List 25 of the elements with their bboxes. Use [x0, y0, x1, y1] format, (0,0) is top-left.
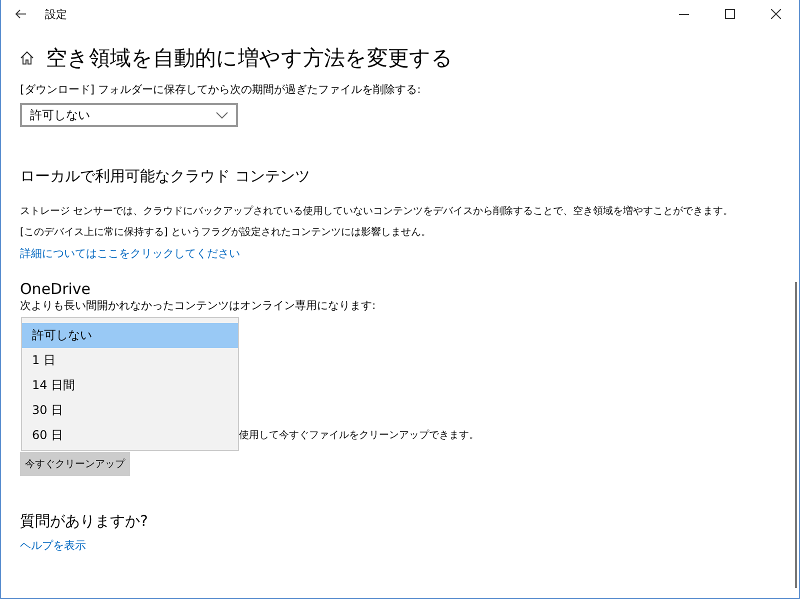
- cleanup-button[interactable]: 今すぐクリーンアップ: [20, 452, 130, 476]
- dropdown[interactable]: 許可しない: [20, 103, 238, 127]
- close-icon[interactable]: [771, 9, 781, 19]
- back-arrow-icon[interactable]: [15, 9, 27, 19]
- dropdown-option[interactable]: 14 日間: [22, 373, 238, 398]
- scrollbar[interactable]: [795, 282, 797, 588]
- dropdown-option[interactable]: 1 日: [22, 348, 238, 373]
- window-title: 設定: [45, 6, 68, 22]
- page-title: 空き領域を自動的に増やす方法を変更する: [46, 45, 453, 72]
- dropdown-option[interactable]: 60 日: [22, 423, 238, 448]
- setting-label: 次よりも長い間開かれなかったコンテンツはオンライン専用になります:: [20, 298, 377, 313]
- help-link[interactable]: ヘルプを表示: [20, 535, 86, 556]
- dropdown-option[interactable]: 30 日: [22, 398, 238, 423]
- chevron-down-icon: [216, 112, 228, 118]
- description-text: 使用して今すぐファイルをクリーンアップできます。: [239, 428, 479, 443]
- description-text: [このデバイス上に常に保持する] というフラグが設定されたコンテンツには影響しません。: [20, 226, 432, 240]
- home-icon[interactable]: [20, 51, 34, 65]
- setting-label: [ダウンロード] フォルダーに保存してから次の期間が過ぎたファイルを削除する:: [20, 82, 422, 97]
- details-link[interactable]: 詳細についてはここをクリックしてください: [20, 243, 240, 264]
- section-heading: ローカルで利用可能なクラウド コンテンツ: [20, 167, 311, 186]
- description-text: ストレージ センサーでは、クラウドにバックアップされている使用していないコンテンツをデバイスから削除することで、空き領域を増やすことができます。: [20, 204, 734, 219]
- section-heading: OneDrive: [20, 280, 92, 298]
- maximize-icon[interactable]: [725, 9, 735, 19]
- section-heading: 質問がありますか?: [20, 512, 149, 531]
- dropdown-option[interactable]: 許可しない: [22, 323, 238, 348]
